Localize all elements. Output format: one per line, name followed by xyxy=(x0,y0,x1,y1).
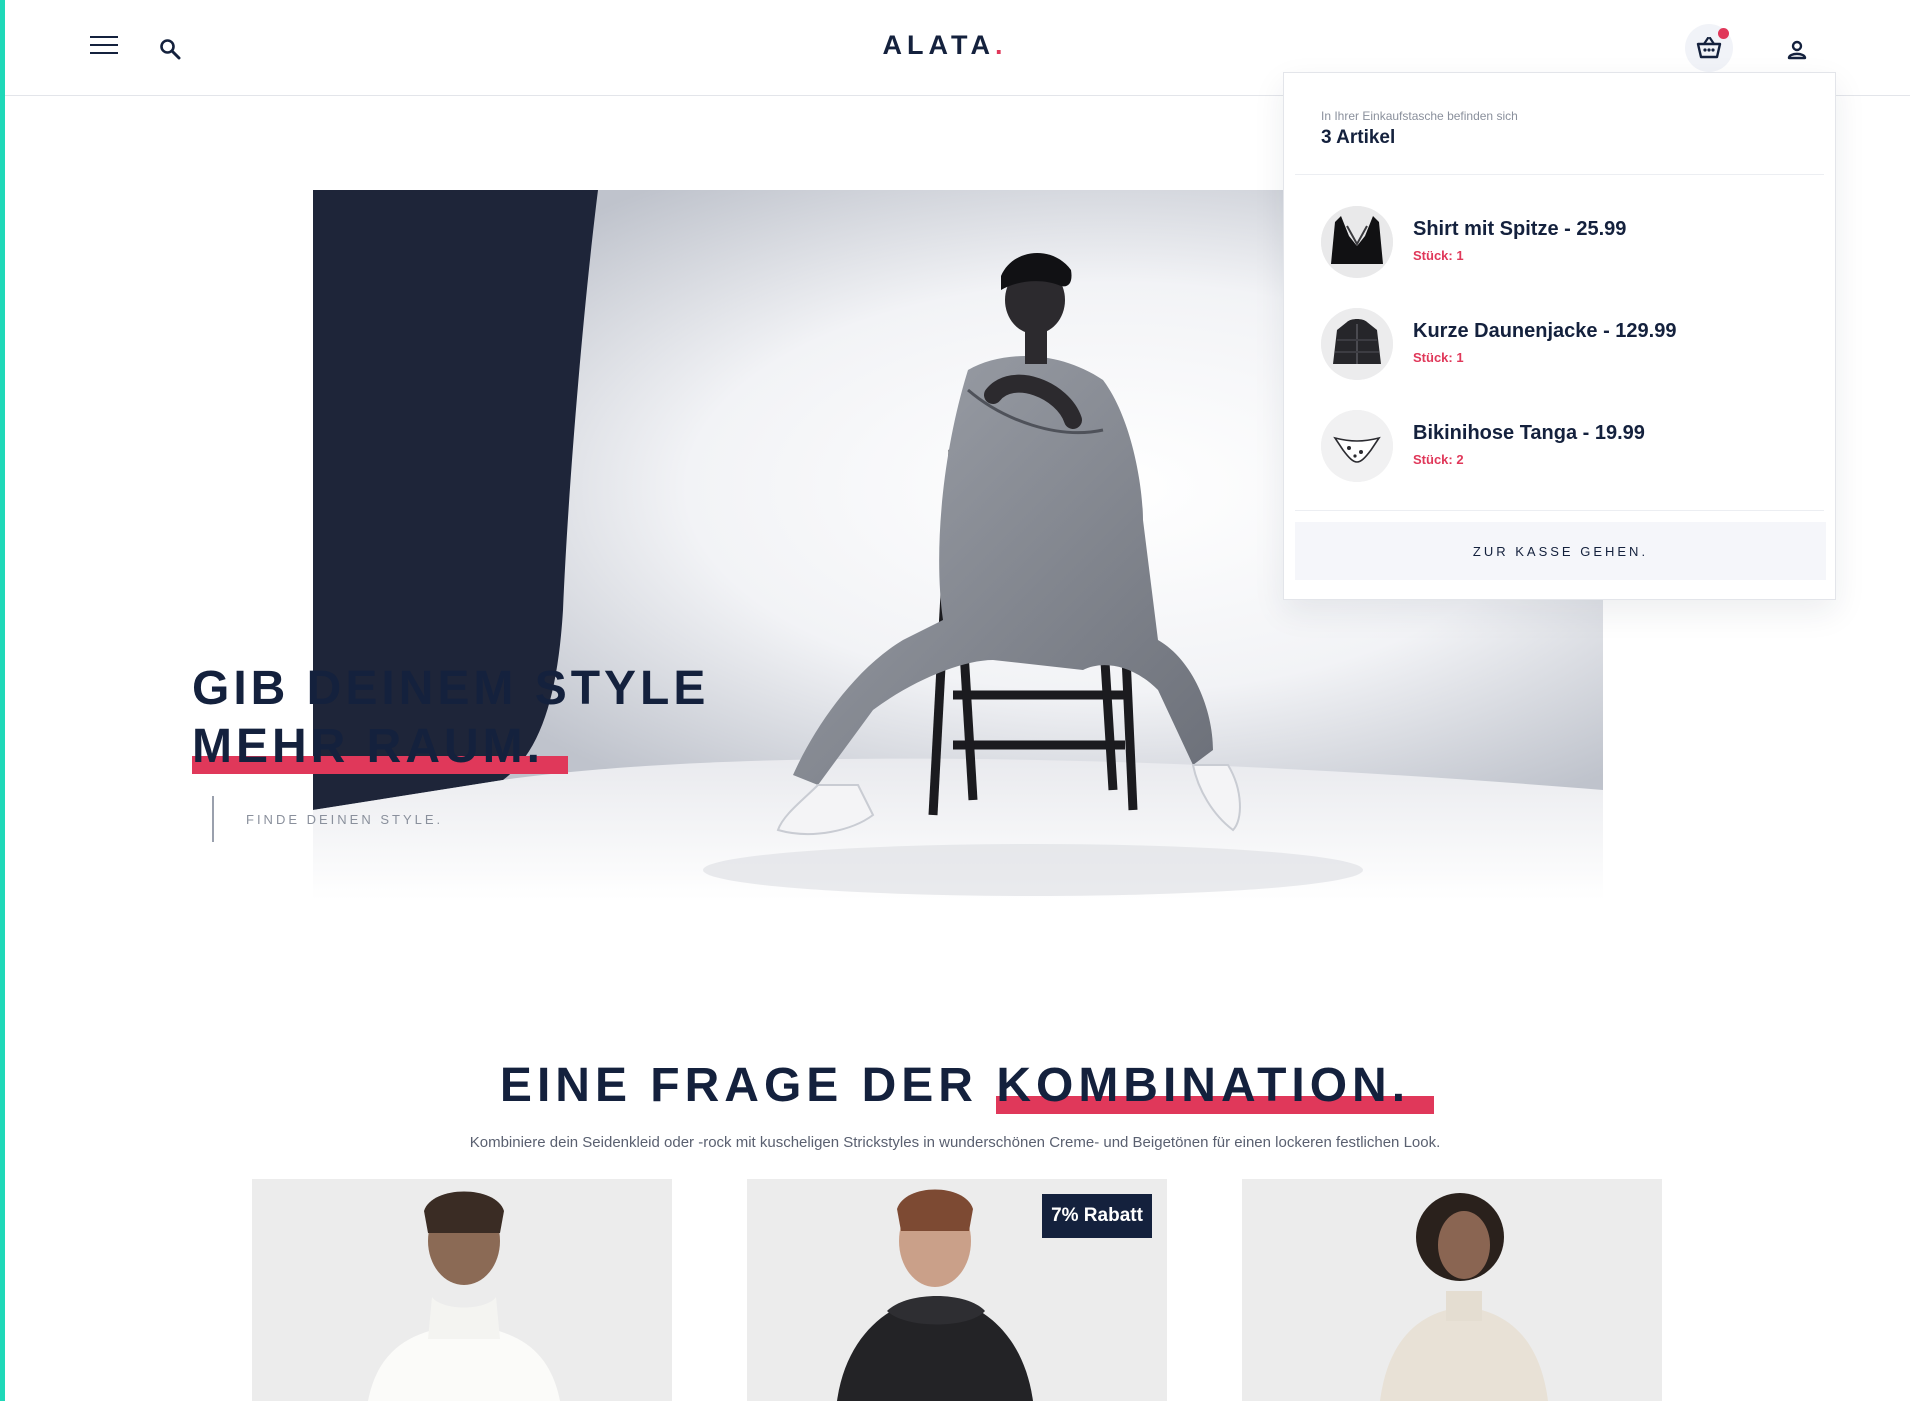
discount-label: 7% Rabatt xyxy=(1051,1205,1143,1226)
menu-button[interactable] xyxy=(87,30,121,60)
cart-item[interactable]: Shirt mit Spitze - 25.99 Stück: 1 xyxy=(1321,206,1801,280)
cart-dropdown: In Ihrer Einkaufstasche befinden sich 3 … xyxy=(1283,72,1836,600)
brand-name: ALATA xyxy=(882,30,995,60)
search-icon xyxy=(160,39,181,60)
product-card[interactable] xyxy=(1242,1179,1662,1401)
basket-icon xyxy=(1696,37,1722,59)
lace-top-icon xyxy=(1321,206,1393,278)
cart-caption: In Ihrer Einkaufstasche befinden sich xyxy=(1321,109,1518,123)
basket-button[interactable] xyxy=(1685,24,1733,72)
hero-headline-line2-wrap: MEHR RAUM. xyxy=(192,718,568,776)
cart-item-name: Kurze Daunenjacke - 129.99 xyxy=(1413,320,1677,342)
cart-item[interactable]: Bikinihose Tanga - 19.99 Stück: 2 xyxy=(1321,410,1801,484)
bikini-bottom-icon xyxy=(1321,410,1393,482)
section-title: EINE FRAGE DER KOMBINATION. xyxy=(0,1058,1910,1114)
checkout-label: ZUR KASSE GEHEN. xyxy=(1472,543,1649,559)
checkout-button[interactable]: ZUR KASSE GEHEN. xyxy=(1295,522,1826,580)
brand-dot: . xyxy=(994,30,1008,60)
cart-divider xyxy=(1295,510,1824,511)
section-title-highlight-wrap: KOMBINATION. xyxy=(996,1058,1435,1114)
cart-divider xyxy=(1295,174,1824,175)
search-button[interactable] xyxy=(153,32,187,66)
accent-edge xyxy=(0,0,5,1401)
basket-badge xyxy=(1718,28,1729,39)
find-style-link[interactable]: FINDE DEINEN STYLE. xyxy=(212,796,443,842)
find-style-label: FINDE DEINEN STYLE. xyxy=(246,811,444,827)
cart-item[interactable]: Kurze Daunenjacke - 129.99 Stück: 1 xyxy=(1321,308,1801,382)
user-icon xyxy=(1787,40,1807,60)
menu-icon xyxy=(90,36,118,54)
hero-headline-line1: GIB DEINEM STYLE xyxy=(192,662,710,715)
section-title-plain: EINE FRAGE DER xyxy=(499,1059,978,1112)
product-card[interactable] xyxy=(252,1179,672,1401)
product-image xyxy=(252,1179,672,1401)
cart-item-name: Bikinihose Tanga - 19.99 xyxy=(1413,422,1645,444)
cart-item-qty: Stück: 1 xyxy=(1413,248,1464,263)
section-subtitle: Kombiniere dein Seidenkleid oder -rock m… xyxy=(469,1134,1441,1151)
cart-item-name: Shirt mit Spitze - 25.99 xyxy=(1413,218,1627,240)
hero-headline-line2: MEHR RAUM. xyxy=(192,720,544,773)
down-jacket-icon xyxy=(1321,308,1393,380)
cart-item-qty: Stück: 2 xyxy=(1413,452,1464,467)
brand-logo[interactable]: ALATA. xyxy=(865,30,1025,61)
account-button[interactable] xyxy=(1779,32,1815,68)
product-card[interactable]: 7% Rabatt xyxy=(747,1179,1167,1401)
discount-badge: 7% Rabatt xyxy=(1042,1194,1152,1238)
cart-item-qty: Stück: 1 xyxy=(1413,350,1464,365)
section-title-highlight: KOMBINATION. xyxy=(996,1059,1411,1112)
cart-item-count: 3 Artikel xyxy=(1321,127,1396,148)
hero-headline: GIB DEINEM STYLE MEHR RAUM. xyxy=(192,660,709,776)
product-image xyxy=(1242,1179,1662,1401)
